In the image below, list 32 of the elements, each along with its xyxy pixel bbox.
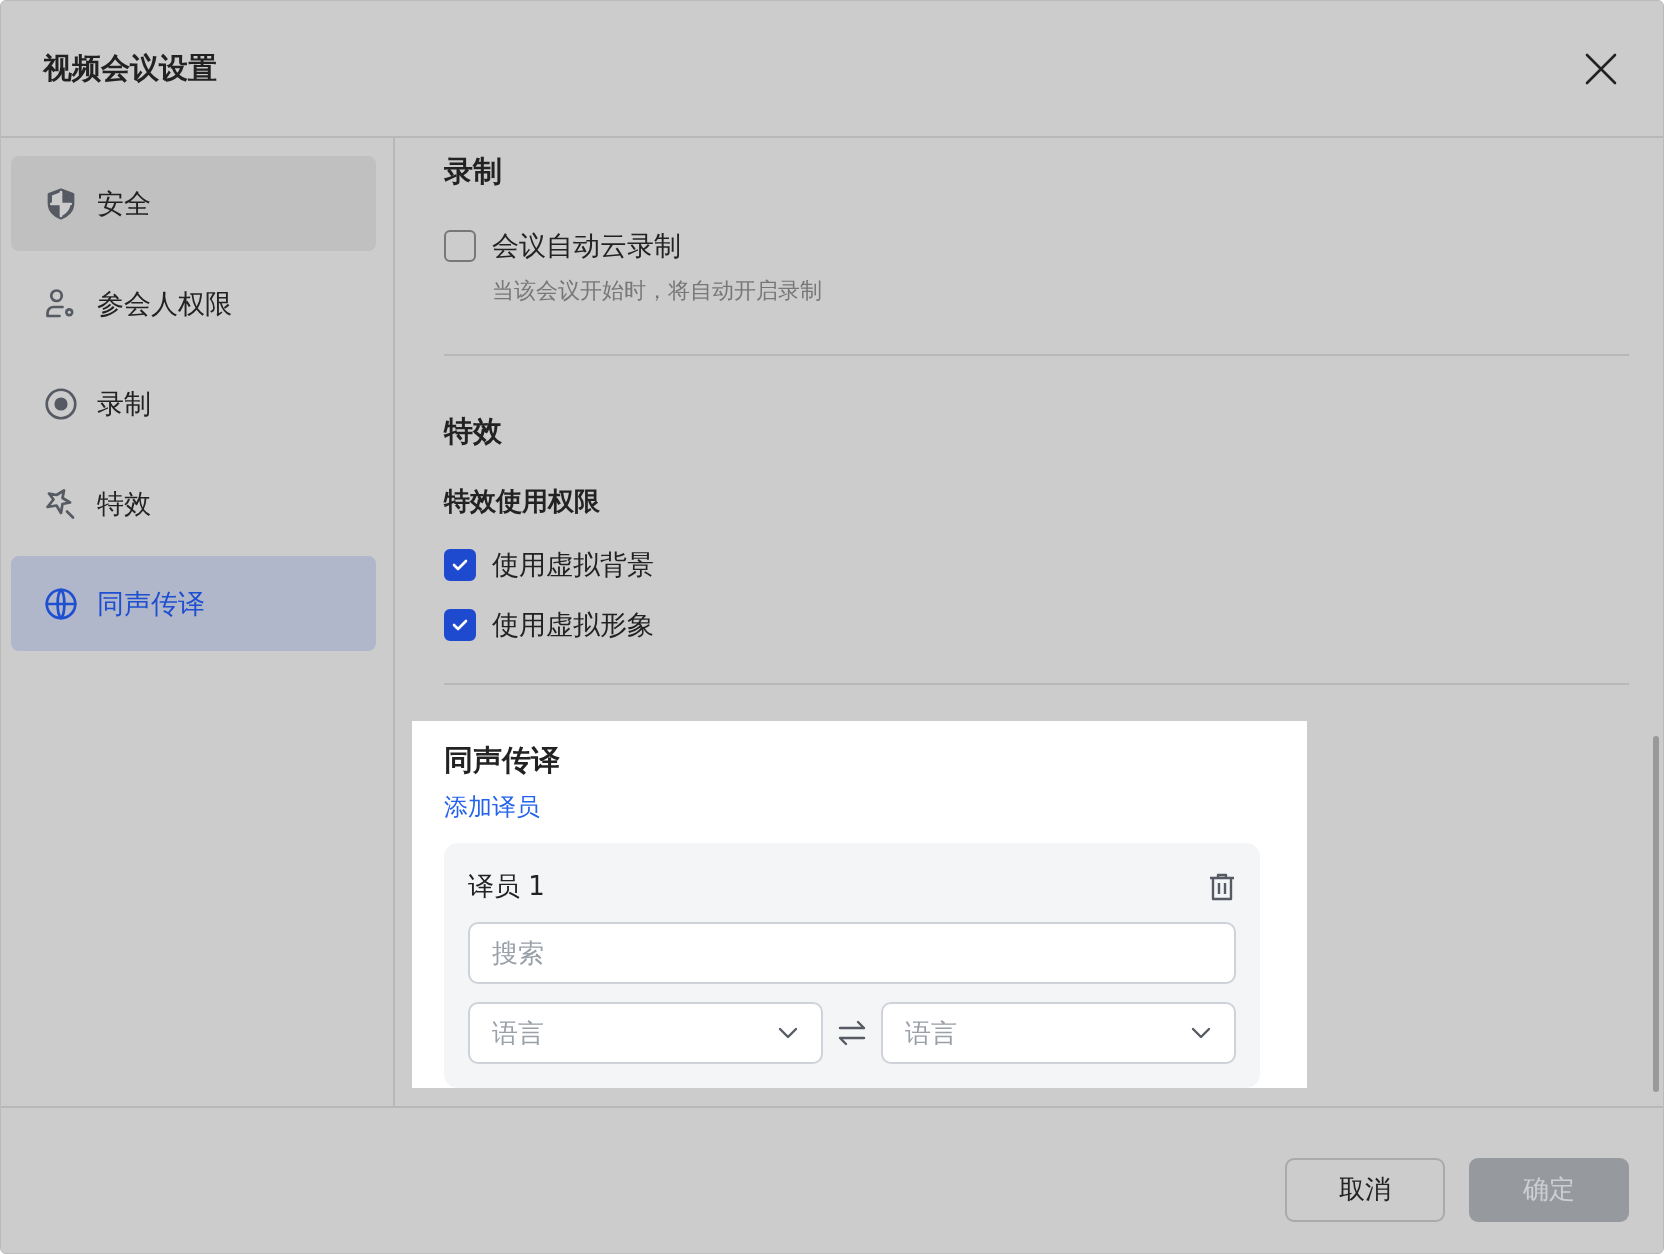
sidebar-item-label: 录制 [97,386,151,421]
sidebar-item-label: 特效 [97,486,151,521]
delete-button[interactable] [1208,871,1236,902]
sidebar-item[interactable]: 安全 [11,156,376,251]
sidebar-item[interactable]: 录制 [11,356,376,451]
scrollbar[interactable] [1653,736,1659,1092]
checkbox-label: 使用虚拟背景 [492,548,654,582]
chevron-down-icon [1190,1026,1212,1040]
sidebar-item[interactable]: 参会人权限 [11,256,376,351]
sidebar-item-label: 安全 [97,186,151,221]
chevron-down-icon [777,1026,799,1040]
checkbox[interactable] [444,230,476,262]
option-description: 当该会议开始时，将自动开启录制 [492,277,823,305]
dialog-title: 视频会议设置 [43,49,217,87]
section-heading: 特效 [444,413,503,450]
sidebar-item-label: 同声传译 [97,586,205,621]
cancel-button[interactable]: 取消 [1285,1157,1445,1222]
checkbox-label: 会议自动云录制 [492,229,681,263]
swap-icon[interactable] [837,1020,867,1046]
subsection-heading: 特效使用权限 [444,485,601,518]
globe-icon [43,585,79,622]
search-field[interactable]: 搜索 [468,922,1236,984]
checkbox[interactable] [444,549,476,581]
record-icon [43,385,79,422]
checkbox-label: 使用虚拟形象 [492,608,654,642]
section-heading: 同声传译 [444,742,561,779]
add-interpreter-link[interactable]: 添加译员 [444,791,540,823]
sidebar-item-label: 参会人权限 [97,286,232,321]
sidebar-item[interactable]: 特效 [11,456,376,551]
section-heading: 录制 [444,153,503,190]
checkbox[interactable] [444,609,476,641]
interpreter-title: 译员 1 [468,870,545,903]
